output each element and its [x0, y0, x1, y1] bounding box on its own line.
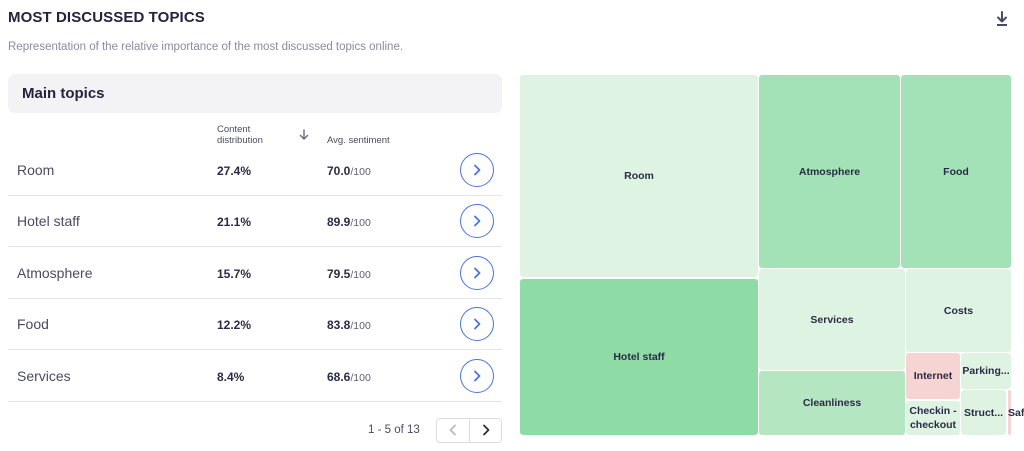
treemap-tile-label: Checkin - checkout — [909, 405, 957, 431]
topic-sentiment: 70.0/100 — [327, 164, 371, 178]
sentiment-value: 89.9 — [327, 215, 351, 230]
treemap-tile-room[interactable]: Room — [519, 74, 759, 278]
treemap-tile-label: Costs — [943, 304, 974, 317]
treemap-tile-internet[interactable]: Internet — [905, 352, 961, 400]
previous-page-button[interactable] — [437, 419, 469, 442]
chevron-right-icon — [474, 370, 481, 381]
sentiment-value: 83.8 — [327, 318, 351, 333]
topic-distribution: 12.2% — [217, 318, 252, 333]
topic-sentiment: 79.5/100 — [327, 267, 371, 281]
table-row: Food 12.2% 83.8/100 — [8, 299, 502, 351]
chevron-right-icon — [474, 267, 481, 279]
open-topic-button[interactable] — [460, 307, 494, 342]
sentiment-denominator: /100 — [350, 217, 371, 230]
treemap-tile-label: Services — [810, 313, 854, 326]
sentiment-denominator: /100 — [350, 371, 371, 384]
chevron-right-icon — [474, 215, 481, 227]
treemap-tile-label: Parking... — [962, 365, 1010, 377]
treemap-tile-label: Struct... — [963, 406, 1004, 419]
table-row: Services 8.4% 68.6/100 — [8, 351, 502, 402]
table-row: Hotel staff 21.1% 89.9/100 — [8, 196, 502, 248]
treemap-tile-parking[interactable]: Parking... — [960, 352, 1012, 390]
topic-distribution: 8.4% — [217, 369, 245, 384]
treemap-tile-atmosphere[interactable]: Atmosphere — [758, 74, 901, 269]
open-topic-button[interactable] — [460, 255, 494, 290]
pagination-controls — [436, 418, 502, 443]
table-row: Room 27.4% 70.0/100 — [8, 145, 502, 196]
treemap-tile-label: Safety — [1008, 406, 1024, 419]
topic-sentiment: 89.9/100 — [327, 215, 371, 229]
topic-distribution: 27.4% — [217, 164, 252, 178]
treemap-tile-label: Hotel staff — [613, 351, 665, 363]
topic-distribution: 21.1% — [217, 215, 252, 230]
topic-name: Hotel staff — [17, 213, 80, 230]
treemap-tile-food[interactable]: Food — [900, 74, 1012, 269]
chevron-right-icon — [474, 318, 481, 330]
treemap-tile-hotel-staff[interactable]: Hotel staff — [519, 278, 759, 436]
topic-name: Room — [17, 162, 55, 178]
topic-sentiment: 68.6/100 — [327, 370, 371, 384]
open-topic-button[interactable] — [460, 204, 494, 239]
sentiment-denominator: /100 — [350, 320, 371, 333]
column-header-distribution[interactable]: Content distribution — [217, 124, 287, 146]
open-topic-button[interactable] — [460, 358, 494, 393]
treemap-tile-safety[interactable]: Safety — [1007, 389, 1024, 436]
topic-name: Food — [17, 316, 49, 333]
sentiment-denominator: /100 — [350, 166, 371, 178]
sort-down-icon[interactable] — [299, 128, 309, 140]
sentiment-denominator: /100 — [350, 268, 371, 281]
open-topic-button[interactable] — [460, 153, 494, 187]
treemap-tile-costs[interactable]: Costs — [905, 268, 1012, 353]
sentiment-value: 79.5 — [327, 266, 351, 281]
main-topics-header: Main topics — [8, 74, 502, 113]
treemap-tile-cleanliness[interactable]: Cleanliness — [758, 370, 906, 436]
treemap-tile-label: Atmosphere — [798, 165, 861, 178]
table-row: Atmosphere 15.7% 79.5/100 — [8, 248, 502, 299]
sentiment-value: 68.6 — [327, 369, 351, 384]
chevron-right-icon — [474, 164, 481, 176]
treemap-tile-services[interactable]: Services — [758, 268, 906, 371]
treemap-tile-label: Room — [624, 170, 654, 182]
topic-distribution: 15.7% — [217, 266, 252, 281]
treemap-tile-struct[interactable]: Struct... — [960, 389, 1007, 436]
page-title: MOST DISCUSSED TOPICS — [8, 9, 205, 26]
main-topics-title: Main topics — [22, 85, 105, 102]
treemap-tile-label: Internet — [913, 370, 953, 382]
topics-treemap: Room Atmosphere Food Hotel staff Services Cos… — [519, 74, 1024, 436]
next-page-button[interactable] — [470, 419, 502, 442]
download-icon[interactable] — [994, 10, 1010, 28]
topic-name: Services — [17, 367, 71, 384]
pagination-label: 1 - 5 of 13 — [368, 424, 420, 436]
sentiment-value: 70.0 — [327, 164, 351, 178]
topic-sentiment: 83.8/100 — [327, 318, 371, 332]
treemap-tile-label: Food — [943, 165, 969, 178]
treemap-tile-label: Cleanliness — [802, 397, 862, 409]
treemap-tile-checkin-checkout[interactable]: Checkin - checkout — [905, 400, 961, 436]
page-subtitle: Representation of the relative importanc… — [8, 41, 404, 53]
topic-name: Atmosphere — [17, 264, 93, 281]
